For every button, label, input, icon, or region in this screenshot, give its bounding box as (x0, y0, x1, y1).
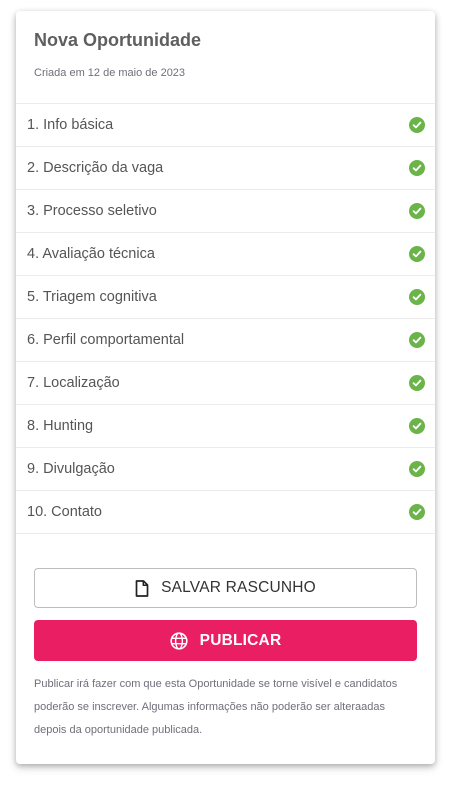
step-label: 4. Avaliação técnica (27, 246, 155, 262)
globe-icon (170, 631, 188, 650)
step-label: 8. Hunting (27, 418, 94, 434)
step-item-contato[interactable]: 10. Contato (16, 491, 435, 534)
actions-area: SALVAR RASCUNHO PUBLICAR Publicar irá fa… (16, 534, 435, 742)
save-draft-label: SALVAR RASCUNHO (161, 579, 316, 596)
check-circle-icon (409, 375, 425, 391)
step-label: 3. Processo seletivo (27, 203, 157, 219)
steps-list: 1. Info básica 2. Descrição da vaga 3. P… (16, 103, 435, 534)
step-label: 5. Triagem cognitiva (27, 289, 157, 305)
check-circle-icon (409, 461, 425, 477)
file-icon (135, 579, 149, 597)
step-label: 6. Perfil comportamental (27, 332, 185, 348)
step-item-perfil-comportamental[interactable]: 6. Perfil comportamental (16, 319, 435, 362)
step-label: 1. Info básica (27, 117, 114, 133)
check-circle-icon (409, 160, 425, 176)
check-circle-icon (409, 504, 425, 520)
publish-button[interactable]: PUBLICAR (34, 620, 417, 661)
step-label: 10. Contato (27, 504, 102, 520)
step-item-divulgacao[interactable]: 9. Divulgação (16, 448, 435, 491)
step-label: 2. Descrição da vaga (27, 160, 164, 176)
page-title: Nova Oportunidade (34, 30, 202, 50)
created-date: Criada em 12 de maio de 2023 (34, 67, 186, 79)
card-header: Nova Oportunidade Criada em 12 de maio d… (16, 11, 435, 103)
publish-label: PUBLICAR (199, 631, 282, 649)
check-circle-icon (409, 418, 425, 434)
step-label: 7. Localização (27, 375, 120, 391)
check-circle-icon (409, 203, 425, 219)
step-item-localizacao[interactable]: 7. Localização (16, 362, 435, 405)
check-circle-icon (409, 332, 425, 348)
check-circle-icon (409, 246, 425, 262)
check-circle-icon (409, 117, 425, 133)
step-item-processo-seletivo[interactable]: 3. Processo seletivo (16, 190, 435, 233)
step-label: 9. Divulgação (27, 461, 115, 477)
check-circle-icon (409, 289, 425, 305)
save-draft-button[interactable]: SALVAR RASCUNHO (34, 568, 417, 608)
step-item-triagem-cognitiva[interactable]: 5. Triagem cognitiva (16, 276, 435, 319)
step-item-descricao-vaga[interactable]: 2. Descrição da vaga (16, 147, 435, 190)
opportunity-card: Nova Oportunidade Criada em 12 de maio d… (16, 11, 435, 764)
step-item-hunting[interactable]: 8. Hunting (16, 405, 435, 448)
publish-note: Publicar irá fazer com que esta Oportuni… (34, 678, 398, 736)
step-item-info-basica[interactable]: 1. Info básica (16, 104, 435, 147)
step-item-avaliacao-tecnica[interactable]: 4. Avaliação técnica (16, 233, 435, 276)
